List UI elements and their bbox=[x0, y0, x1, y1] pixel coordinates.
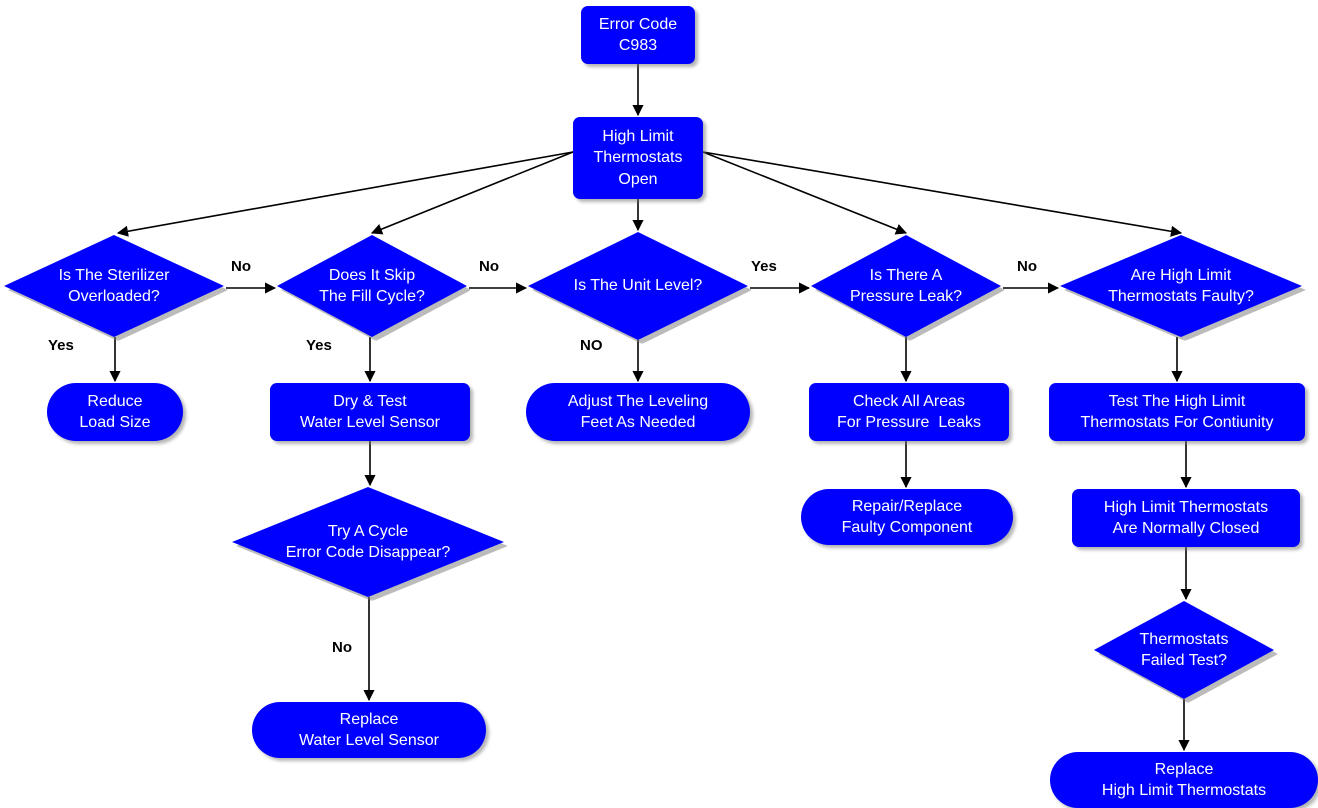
node-adjust_leveling[interactable]: Adjust The Leveling Feet As Needed bbox=[526, 383, 750, 441]
node-label: Adjust The Leveling Feet As Needed bbox=[567, 392, 709, 431]
edge-e6 bbox=[702, 151, 1183, 237]
edge-label-e12: Yes bbox=[306, 337, 332, 354]
node-label: Reduce Load Size bbox=[79, 392, 151, 431]
node-label: Repair/Replace Faulty Component bbox=[841, 497, 973, 536]
edge-label-e19: No bbox=[332, 639, 352, 656]
node-error_code[interactable]: Error Code C983 bbox=[581, 6, 695, 64]
node-q_overloaded[interactable]: Is The Sterilizer Overloaded? bbox=[4, 235, 228, 341]
edge-label-e9: Yes bbox=[751, 258, 777, 275]
edge-e5 bbox=[702, 151, 908, 235]
node-label: Thermostats Failed Test? bbox=[1139, 630, 1229, 669]
node-label: Test The High Limit Thermostats For Cont… bbox=[1080, 392, 1274, 431]
node-label: Replace High Limit Thermostats bbox=[1101, 760, 1267, 799]
node-label: High Limit Thermostats Open bbox=[593, 128, 683, 188]
node-label: Is The Sterilizer Overloaded? bbox=[58, 266, 170, 305]
node-test_continuity[interactable]: Test The High Limit Thermostats For Cont… bbox=[1049, 383, 1305, 441]
node-q_skip_fill[interactable]: Does It Skip The Fill Cycle? bbox=[277, 235, 471, 341]
node-q_unit_level[interactable]: Is The Unit Level? bbox=[528, 232, 752, 344]
edge-label-e13: NO bbox=[580, 337, 603, 354]
node-label: Is The Unit Level? bbox=[573, 277, 703, 295]
node-label: Is There A Pressure Leak? bbox=[849, 266, 963, 305]
node-label: Does It Skip The Fill Cycle? bbox=[319, 266, 425, 305]
node-q_failed_test[interactable]: Thermostats Failed Test? bbox=[1094, 601, 1278, 703]
node-dry_test_sensor[interactable]: Dry & Test Water Level Sensor bbox=[270, 383, 470, 441]
flowchart-canvas: Error Code C983 High Limit Thermostats Op… bbox=[0, 0, 1318, 808]
node-check_pressure[interactable]: Check All Areas For Pressure Leaks bbox=[809, 383, 1009, 441]
edge-label-e10: No bbox=[1017, 258, 1037, 275]
edge-e3 bbox=[370, 151, 574, 235]
edge-label-e11: Yes bbox=[48, 337, 74, 354]
node-label: Dry & Test Water Level Sensor bbox=[300, 392, 440, 431]
node-label: Error Code C983 bbox=[598, 15, 678, 54]
node-label: Check All Areas For Pressure Leaks bbox=[836, 392, 982, 431]
node-label: Replace Water Level Sensor bbox=[299, 710, 439, 749]
node-label: Try A Cycle Error Code Disappear? bbox=[285, 522, 451, 561]
node-label: High Limit Thermostats Are Normally Clos… bbox=[1103, 498, 1269, 537]
node-normally_closed[interactable]: High Limit Thermostats Are Normally Clos… bbox=[1072, 489, 1300, 547]
node-label: Are High Limit Thermostats Faulty? bbox=[1108, 266, 1254, 305]
node-replace_sensor[interactable]: Replace Water Level Sensor bbox=[252, 702, 486, 758]
edge-e2 bbox=[116, 151, 574, 237]
edge-label-e8: No bbox=[479, 258, 499, 275]
node-q_error_gone[interactable]: Try A Cycle Error Code Disappear? bbox=[232, 487, 508, 601]
node-reduce_load[interactable]: Reduce Load Size bbox=[47, 383, 183, 441]
node-replace_thermostats[interactable]: Replace High Limit Thermostats bbox=[1050, 752, 1318, 808]
node-repair_replace[interactable]: Repair/Replace Faulty Component bbox=[801, 489, 1013, 545]
node-high_limit_open[interactable]: High Limit Thermostats Open bbox=[573, 117, 703, 199]
node-q_pressure_leak[interactable]: Is There A Pressure Leak? bbox=[811, 235, 1005, 341]
edge-label-e7: No bbox=[231, 258, 251, 275]
node-q_thermostats_faulty[interactable]: Are High Limit Thermostats Faulty? bbox=[1060, 235, 1306, 341]
